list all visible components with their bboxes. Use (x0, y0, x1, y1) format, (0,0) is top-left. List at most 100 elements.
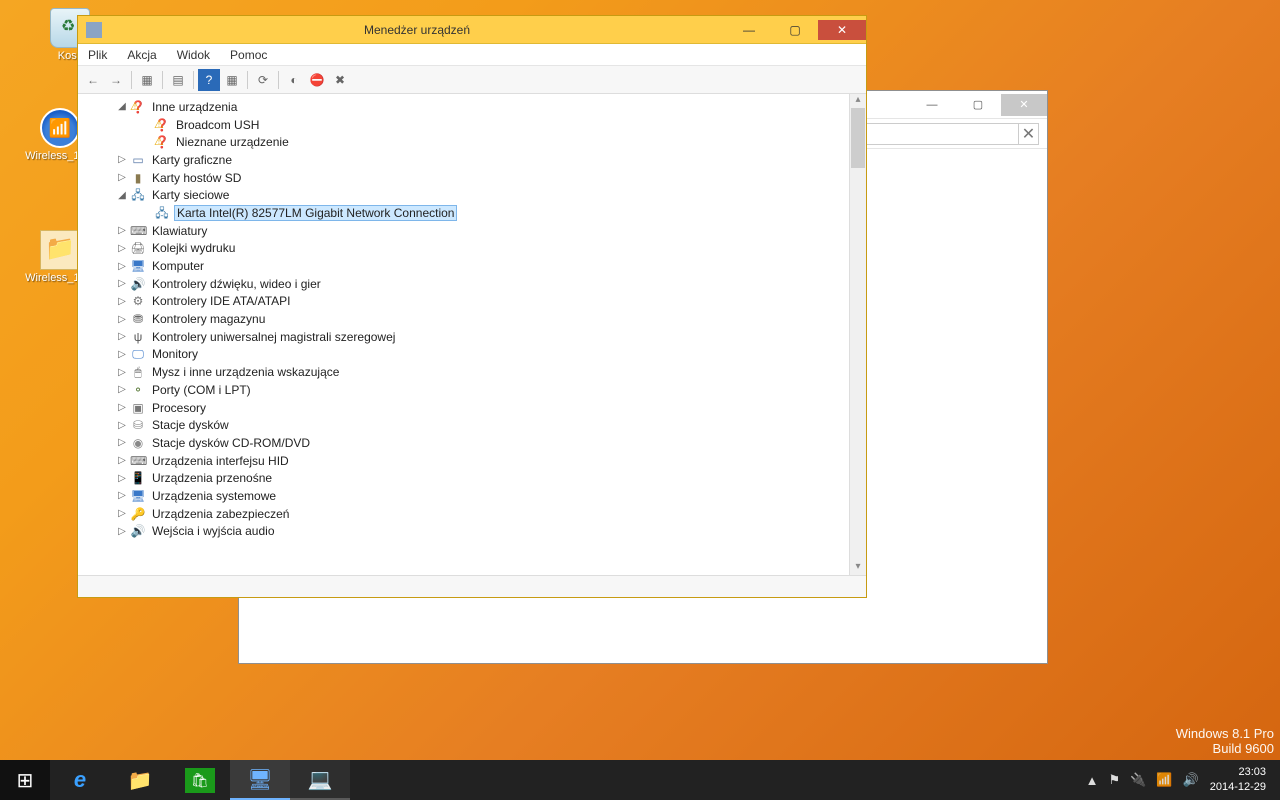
tree-node[interactable]: ▷⛃Kontrolery magazynu (98, 310, 849, 328)
tree-expander-icon[interactable]: ▷ (116, 508, 128, 519)
tree-expander-icon[interactable]: ▷ (116, 296, 128, 307)
minimize-button[interactable]: — (726, 19, 772, 41)
tree-expander-icon[interactable]: ▷ (116, 243, 128, 254)
tree-node[interactable]: ▷ψKontrolery uniwersalnej magistrali sze… (98, 328, 849, 346)
tree-node[interactable]: ▷🖱Mysz i inne urządzenia wskazujące (98, 363, 849, 381)
menu-view[interactable]: Widok (167, 45, 220, 65)
taskbar-explorer[interactable]: 📁 (110, 760, 170, 800)
taskbar-devicemanager[interactable]: 💻 (290, 760, 350, 800)
tray-network-icon[interactable]: 📶 (1151, 772, 1177, 788)
toolbar-scan-button[interactable]: ⟳ (252, 69, 274, 91)
tree-node[interactable]: ▷⛁Stacje dysków (98, 416, 849, 434)
tray-clock[interactable]: 23:03 2014-12-29 (1204, 765, 1272, 795)
device-category-icon: ⛃ (130, 311, 146, 327)
close-button[interactable]: ✕ (1001, 94, 1047, 116)
device-category-icon: ❓ (154, 117, 170, 133)
toolbar-view-button[interactable]: ▦ (221, 69, 243, 91)
tree-node[interactable]: ▷🔑Urządzenia zabezpieczeń (98, 505, 849, 523)
device-tree-pane: ◢❓Inne urządzenia❓Broadcom USH❓Nieznane … (78, 94, 866, 575)
tree-node[interactable]: 🖧Karta Intel(R) 82577LM Gigabit Network … (98, 204, 849, 222)
tree-node[interactable]: ◢🖧Karty sieciowe (98, 186, 849, 204)
tree-node[interactable]: ▷🖵Monitory (98, 346, 849, 364)
scroll-up-icon[interactable]: ▴ (850, 94, 866, 108)
tree-expander-icon[interactable]: ▷ (116, 331, 128, 342)
menu-help[interactable]: Pomoc (220, 45, 277, 65)
taskbar-ie[interactable]: e (50, 760, 110, 800)
maximize-button[interactable]: ▢ (772, 19, 818, 41)
device-category-icon: ◉ (130, 435, 146, 451)
tree-node[interactable]: ❓Broadcom USH (98, 116, 849, 134)
tree-node[interactable]: ▷⚬Porty (COM i LPT) (98, 381, 849, 399)
tree-node-label: Procesory (150, 401, 208, 415)
toolbar-uninstall-button[interactable]: ✖ (329, 69, 351, 91)
tree-node[interactable]: ▷⌨Klawiatury (98, 222, 849, 240)
close-button[interactable]: ✕ (818, 20, 866, 40)
scroll-thumb[interactable] (851, 108, 865, 168)
toolbar-forward-button[interactable]: → (105, 69, 127, 91)
tree-expander-icon[interactable]: ▷ (116, 172, 128, 183)
tree-node-label: Urządzenia systemowe (150, 489, 278, 503)
watermark-line2: Build 9600 (1176, 741, 1274, 756)
tree-node[interactable]: ▷▮Karty hostów SD (98, 169, 849, 187)
tree-node[interactable]: ▷🖥Komputer (98, 257, 849, 275)
taskbar-sysinfo[interactable]: 🖥 (230, 760, 290, 800)
tree-expander-icon[interactable]: ▷ (116, 349, 128, 360)
tree-node[interactable]: ❓Nieznane urządzenie (98, 133, 849, 151)
device-manager-window[interactable]: Menedżer urządzeń — ▢ ✕ Plik Akcja Widok… (77, 15, 867, 598)
tree-expander-icon[interactable]: ▷ (116, 367, 128, 378)
tree-expander-icon[interactable]: ▷ (116, 314, 128, 325)
window-title: Menedżer urządzeń (108, 23, 726, 37)
tree-node-label: Urządzenia przenośne (150, 471, 274, 485)
tree-node[interactable]: ▷▭Karty graficzne (98, 151, 849, 169)
tree-expander-icon[interactable]: ▷ (116, 384, 128, 395)
toolbar-separator (278, 71, 279, 89)
driver-package-icon (40, 108, 80, 148)
tree-node[interactable]: ◢❓Inne urządzenia (98, 98, 849, 116)
start-button[interactable]: ⊞ (0, 760, 50, 800)
tree-expander-icon[interactable]: ▷ (116, 473, 128, 484)
tree-expander-icon[interactable]: ▷ (116, 278, 128, 289)
tree-expander-icon[interactable]: ▷ (116, 490, 128, 501)
tree-node[interactable]: ▷🖨Kolejki wydruku (98, 240, 849, 258)
toolbar-showhide-button[interactable]: ▦ (136, 69, 158, 91)
tree-node[interactable]: ▷🔊Kontrolery dźwięku, wideo i gier (98, 275, 849, 293)
tree-expander-icon[interactable]: ▷ (116, 420, 128, 431)
sysinfo-icon: 🖥 (247, 767, 272, 792)
tree-node-label: Stacje dysków (150, 418, 231, 432)
menu-file[interactable]: Plik (78, 45, 117, 65)
tree-expander-icon[interactable]: ▷ (116, 261, 128, 272)
tray-volume-icon[interactable]: 🔊 (1178, 772, 1204, 788)
tree-node[interactable]: ▷🔊Wejścia i wyjścia audio (98, 523, 849, 541)
device-tree[interactable]: ◢❓Inne urządzenia❓Broadcom USH❓Nieznane … (78, 94, 849, 575)
tree-expander-icon[interactable]: ◢ (116, 101, 128, 112)
toolbar-disable-button[interactable]: ⛔ (306, 69, 328, 91)
tree-expander-icon[interactable]: ▷ (116, 437, 128, 448)
menu-action[interactable]: Akcja (117, 45, 166, 65)
toolbar-properties-button[interactable]: ▤ (167, 69, 189, 91)
tree-expander-icon[interactable]: ▷ (116, 526, 128, 537)
minimize-button[interactable]: — (909, 94, 955, 116)
scroll-down-icon[interactable]: ▾ (850, 561, 866, 575)
tree-node[interactable]: ▷◉Stacje dysków CD-ROM/DVD (98, 434, 849, 452)
tree-node[interactable]: ▷⌨Urządzenia interfejsu HID (98, 452, 849, 470)
tray-overflow-button[interactable]: ▲ (1081, 773, 1104, 788)
tree-expander-icon[interactable]: ▷ (116, 455, 128, 466)
tray-power-icon[interactable]: 🔌 (1125, 772, 1151, 788)
tree-expander-icon[interactable]: ◢ (116, 190, 128, 201)
tree-expander-icon[interactable]: ▷ (116, 402, 128, 413)
tree-node[interactable]: ▷🖥Urządzenia systemowe (98, 487, 849, 505)
toolbar-update-driver-button[interactable]: ◐ (283, 69, 305, 91)
tray-action-center-icon[interactable]: ⚑ (1104, 772, 1126, 788)
taskbar-store[interactable]: 🛍 (170, 760, 230, 800)
tree-scrollbar[interactable]: ▴ ▾ (849, 94, 866, 575)
toolbar-back-button[interactable]: ← (82, 69, 104, 91)
tree-node[interactable]: ▷📱Urządzenia przenośne (98, 469, 849, 487)
tree-expander-icon[interactable]: ▷ (116, 225, 128, 236)
tree-node[interactable]: ▷⚙Kontrolery IDE ATA/ATAPI (98, 293, 849, 311)
device-manager-titlebar[interactable]: Menedżer urządzeń — ▢ ✕ (78, 16, 866, 44)
clear-address-button[interactable]: ✕ (1019, 123, 1039, 145)
toolbar-help-button[interactable]: ? (198, 69, 220, 91)
tree-node[interactable]: ▷▣Procesory (98, 399, 849, 417)
maximize-button[interactable]: ▢ (955, 94, 1001, 116)
tree-expander-icon[interactable]: ▷ (116, 154, 128, 165)
